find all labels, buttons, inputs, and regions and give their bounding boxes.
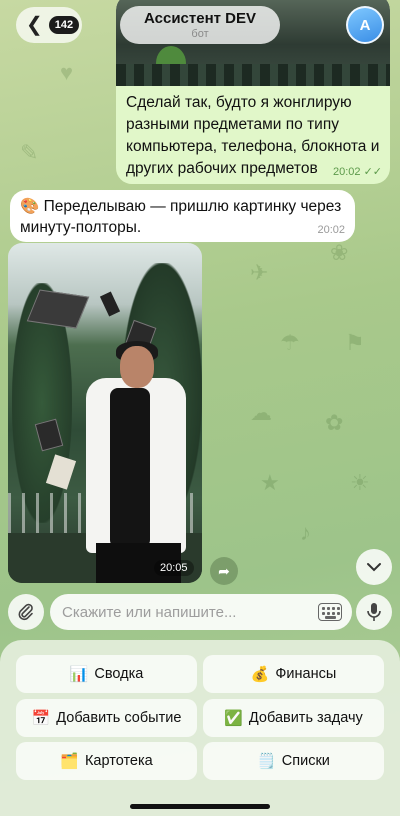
keyboard-button-card-index[interactable]: 🗂️ Картотека [16,742,197,780]
keyboard-button-label: Добавить событие [56,710,182,726]
calendar-icon: 📅 [31,710,51,727]
avatar[interactable]: A [346,6,384,44]
card-box-icon: 🗂️ [60,753,79,770]
chat-subtitle: бот [191,28,209,40]
keyboard-button-label: Картотека [84,753,153,769]
incoming-message-text: 🎨 Переделываю — пришлю картинку через ми… [20,196,345,238]
keyboard-button-label: Списки [281,753,330,769]
incoming-photo-time: 20:05 [154,560,194,576]
unread-count-badge: 142 [48,16,80,34]
notepad-icon: 🗒️ [257,753,276,770]
message-input-box[interactable] [50,594,352,630]
microphone-icon [367,603,381,621]
double-check-icon: ✓✓ [363,166,382,178]
outgoing-time-value: 20:02 [332,166,361,178]
chevron-down-icon [367,563,381,572]
incoming-message-time: 20:02 [317,224,345,236]
photo-person-tshirt [110,388,150,548]
voice-button[interactable] [356,594,392,630]
share-arrow-icon: ➦ [218,562,230,579]
incoming-photo[interactable] [8,243,202,583]
outgoing-message-time: 20:02 ✓✓ [333,165,382,178]
keyboard-button-add-task[interactable]: ✅ Добавить задачу [203,699,384,737]
back-button[interactable]: ❮ 142 [16,7,82,43]
photo-railing [116,64,390,86]
chat-name: Ассистент DEV [144,10,256,27]
keyboard-button-label: Финансы [275,666,337,682]
keyboard-icon[interactable] [318,603,342,621]
keyboard-button-label: Сводка [94,666,144,682]
share-button[interactable]: ➦ [210,557,238,585]
keyboard-button-add-event[interactable]: 📅 Добавить событие [16,699,197,737]
chart-icon: 📊 [69,666,89,683]
chevron-left-icon: ❮ [26,14,43,36]
incoming-message[interactable]: 🎨 Переделываю — пришлю картинку через ми… [10,190,355,242]
keyboard-button-lists[interactable]: 🗒️ Списки [203,742,384,780]
money-bag-icon: 💰 [250,666,270,683]
chat-title[interactable]: Ассистент DEV бот [120,6,280,44]
keyboard-button-summary[interactable]: 📊 Сводка [16,655,197,693]
scroll-down-button[interactable] [356,549,392,585]
photo-phone [99,291,121,317]
paperclip-icon [18,603,33,621]
check-mark-icon: ✅ [224,710,243,727]
attach-button[interactable] [8,594,44,630]
message-input[interactable] [62,603,312,621]
home-indicator [130,804,270,809]
palette-icon: 🎨 [20,198,40,215]
keyboard-button-label: Добавить задачу [248,710,363,726]
photo-person-head [120,346,154,388]
incoming-message-body: Переделываю — пришлю картинку через мину… [20,198,342,236]
keyboard-button-finance[interactable]: 💰 Финансы [203,655,384,693]
photo-laptop [26,289,90,329]
